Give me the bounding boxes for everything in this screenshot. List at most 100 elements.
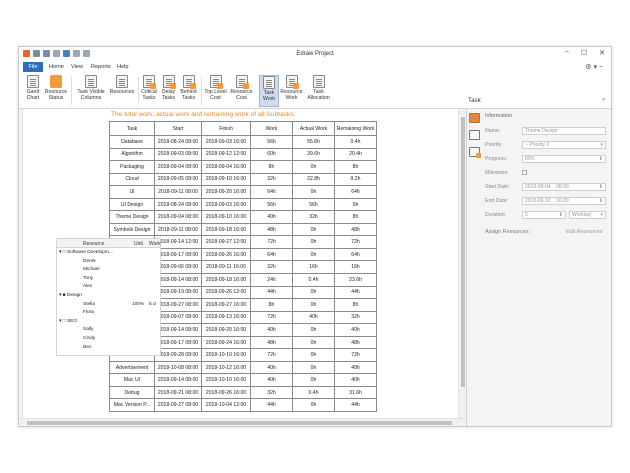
vertical-ruler (19, 109, 23, 418)
duration-unit-select[interactable]: Workday ▾ (569, 211, 606, 219)
table-cell: 8h (250, 160, 293, 174)
resource-row[interactable]: Flora (83, 310, 94, 315)
table-row[interactable]: Database 2018-08-24 08:00 2018-09-03 16:00… (109, 135, 377, 149)
table-cell: Mac Version P... (109, 398, 155, 413)
table-row[interactable]: Cloud 2018-09-05 08:00 2018-09-10 16:00 32h… (109, 172, 377, 187)
top-level-cost-button[interactable]: Top Level Cost (203, 75, 228, 107)
table-row[interactable]: Algorithm 2018-09-03 08:00 2018-09-12 12:0… (109, 147, 377, 162)
resource-work-button[interactable]: Resource Work (279, 75, 304, 107)
table-cell: 40h (250, 323, 293, 337)
gantt-chart-button[interactable]: Gantt Chart (23, 75, 43, 107)
table-cell: 2018-09-26 12:00 (201, 285, 251, 300)
menu-reports[interactable]: Reports (91, 64, 111, 70)
task-allocation-button[interactable]: Task Allocation (305, 75, 332, 107)
table-row[interactable]: Theme Design 2018-09-04 08:00 2018-09-10 1… (109, 210, 377, 224)
table-row[interactable]: Advertisement 2018-10-08 08:00 2018-10-12 … (109, 360, 377, 375)
resource-status-button[interactable]: Resource Status (43, 75, 69, 107)
notes-tab-icon[interactable] (469, 147, 481, 158)
minimize-button[interactable]: − (565, 49, 569, 57)
name-field[interactable]: Theme Design (522, 127, 606, 135)
maximize-button[interactable]: ☐ (581, 49, 587, 57)
resource-cost-button[interactable]: Resource Cost (229, 75, 254, 107)
table-row[interactable]: Mac Version P... 2018-09-27 08:00 2018-10-… (109, 398, 377, 413)
table-cell: 64h (250, 247, 293, 262)
menu-bar: File Home View Reports Help ⚙ ▾ − (19, 62, 611, 73)
milestone-label: Milestone: (485, 170, 509, 176)
table-cell: Cloud (109, 172, 155, 187)
table-cell: 2018-09-17 08:00 (154, 335, 202, 350)
resource-name: Michael (83, 267, 100, 273)
column-header: Work (149, 241, 161, 247)
table-row[interactable]: Symbols Design 2018-09-11 08:00 2018-09-18… (109, 222, 377, 237)
table-cell: 0h (292, 360, 335, 375)
resource-row[interactable]: Alex (83, 284, 92, 289)
table-cell: 0h (292, 373, 335, 387)
resource-name: Ben (83, 344, 92, 350)
priority-select[interactable]: ◔ Priority 2 ▾ (522, 141, 606, 149)
resource-row[interactable]: Sally (83, 327, 93, 332)
behind-tasks-button[interactable]: Behind Tasks (178, 75, 199, 107)
ribbon: Gantt Chart Resource Status Task Visible Co… (19, 73, 611, 109)
task-properties-tab-icon[interactable] (469, 113, 480, 123)
scroll-thumb[interactable] (461, 117, 465, 387)
table-cell: 2018-09-11 16:00 (201, 260, 251, 274)
table-row[interactable]: UI Design 2018-08-24 08:00 2018-09-03 16:0… (109, 197, 377, 212)
table-row[interactable]: Packaging 2018-09-04 08:00 2018-09-04 16:0… (109, 160, 377, 174)
panel-close-icon[interactable]: × (602, 97, 605, 103)
calendar-tab-icon[interactable] (469, 130, 480, 140)
table-cell: 2018-10-12 16:00 (201, 360, 251, 375)
table-cell: 16h (292, 260, 335, 274)
delay-tasks-button[interactable]: Delay Tasks (159, 75, 178, 107)
vertical-scrollbar[interactable] (458, 109, 466, 418)
resource-row[interactable]: Michael (83, 267, 100, 272)
report-icon (143, 75, 156, 89)
resource-group-row[interactable]: ▾ □ Software Developm... (59, 250, 113, 255)
menu-home[interactable]: Home (49, 64, 64, 70)
column-header: Finish (201, 121, 251, 136)
resource-group-row[interactable]: ▾ □ SEO (59, 319, 77, 324)
edit-resources-link[interactable]: Edit Resources (566, 229, 603, 235)
resource-row[interactable]: Ben (83, 345, 92, 350)
table-row[interactable]: UI 2018-09-11 08:00 2018-09-20 16:00 64h 0h 6… (109, 185, 377, 199)
table-row[interactable]: Debug 2018-09-21 08:00 2018-09-26 16:00 32h… (109, 385, 377, 400)
table-cell: 2018-09-20 16:00 (201, 185, 251, 199)
table-row[interactable]: Mac UI 2018-09-14 08:00 2018-10-10 16:00 40… (109, 373, 377, 387)
table-cell: 32h (334, 310, 377, 325)
scroll-thumb[interactable] (27, 421, 452, 425)
report-icon (182, 75, 196, 89)
table-cell: 44h (334, 285, 377, 300)
duration-stepper[interactable]: 5 ⬍ (522, 211, 566, 219)
table-cell: 2018-10-08 08:00 (154, 360, 202, 375)
start-date-field[interactable]: 2018-09-04 08:00 ⬍ (522, 183, 606, 191)
menu-view[interactable]: View (71, 64, 83, 70)
resource-row[interactable]: Stella (83, 302, 95, 307)
table-cell: Debug (109, 385, 155, 400)
ribbon-separator (71, 77, 72, 105)
settings-icon[interactable]: ⚙ ▾ − (585, 63, 603, 71)
menu-help[interactable]: Help (117, 64, 129, 70)
menu-file[interactable]: File (23, 62, 43, 72)
resource-group-row[interactable]: ▾ ■ Design (59, 293, 82, 298)
resource-name: Derek (83, 258, 96, 264)
close-button[interactable]: ✕ (599, 49, 605, 57)
stepper-icon: ⬍ (598, 198, 603, 204)
horizontal-scrollbar[interactable] (19, 418, 466, 426)
task-visible-columns-button[interactable]: Task Visible Columns (74, 75, 108, 107)
column-header: Remaining Work (334, 121, 377, 136)
resource-row[interactable]: Derek (83, 259, 96, 264)
resource-row[interactable]: Cindy (83, 336, 95, 341)
table-cell: 2018-09-12 12:00 (201, 147, 251, 162)
critical-tasks-button[interactable]: Critical Tasks (139, 75, 159, 107)
resource-row[interactable]: Tony (83, 276, 93, 281)
table-cell: 0h (292, 185, 335, 199)
table-cell: 0h (292, 323, 335, 337)
task-work-button[interactable]: Task Work (259, 75, 279, 107)
table-cell: 2018-09-27 16:00 (201, 298, 251, 312)
milestone-checkbox[interactable] (522, 170, 527, 175)
table-cell: 48h (250, 335, 293, 350)
table-cell: 2018-09-27 08:00 (154, 398, 202, 413)
end-date-field[interactable]: 2018-09-10 16:00 ⬍ (522, 197, 606, 205)
stepper-icon: ⬍ (558, 212, 563, 218)
resources-button[interactable]: Resources (108, 75, 136, 107)
progress-stepper[interactable]: 80% ⬍ (522, 155, 606, 163)
